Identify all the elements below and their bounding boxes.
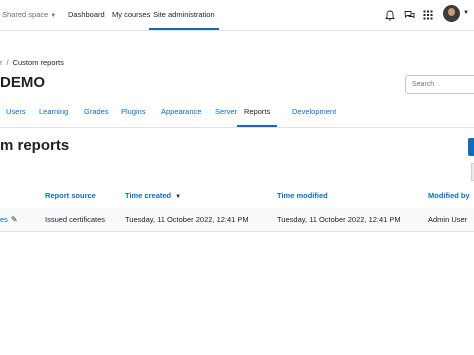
chevron-down-icon[interactable]: ▼ bbox=[463, 10, 469, 16]
table-row: es ✎ Issued certificates Tuesday, 11 Octo… bbox=[0, 208, 474, 232]
breadcrumb: r / Custom reports bbox=[0, 58, 64, 67]
tab-learning[interactable]: Learning bbox=[39, 102, 68, 126]
column-time-modified[interactable]: Time modified bbox=[277, 184, 328, 208]
breadcrumb-prev[interactable]: r bbox=[0, 58, 3, 67]
breadcrumb-current: Custom reports bbox=[12, 58, 64, 67]
grid-icon[interactable] bbox=[421, 8, 435, 22]
time-created-cell: Tuesday, 11 October 2022, 12:41 PM bbox=[125, 215, 249, 224]
tab-grades[interactable]: Grades bbox=[84, 102, 109, 126]
modified-by-cell: Admin User bbox=[428, 215, 468, 224]
report-name-link[interactable]: es bbox=[0, 215, 8, 224]
report-name-cell: es ✎ bbox=[0, 208, 18, 231]
shared-space-menu[interactable]: Shared space ▼ bbox=[2, 0, 56, 30]
tab-reports[interactable]: Reports bbox=[237, 102, 278, 127]
tab-server[interactable]: Server bbox=[215, 102, 237, 126]
tab-users[interactable]: Users bbox=[6, 102, 26, 126]
breadcrumb-separator: / bbox=[6, 58, 9, 67]
admin-tabs: Users Learning Grades Plugins Appearance… bbox=[0, 102, 474, 128]
page-title: DEMO bbox=[0, 74, 45, 91]
report-source-cell: Issued certificates bbox=[45, 215, 106, 224]
column-time-created-label: Time created bbox=[125, 191, 172, 200]
table-header: Report source Time created ▼ Time modifie… bbox=[0, 184, 474, 209]
chat-icon[interactable] bbox=[402, 8, 416, 22]
nav-my-courses[interactable]: My courses bbox=[112, 0, 150, 30]
new-report-button[interactable] bbox=[468, 138, 474, 156]
nav-dashboard[interactable]: Dashboard bbox=[68, 0, 105, 30]
column-report-source[interactable]: Report source bbox=[45, 184, 96, 208]
search-input[interactable]: Search bbox=[405, 75, 474, 94]
user-avatar[interactable] bbox=[443, 5, 460, 22]
chevron-down-icon: ▼ bbox=[50, 13, 57, 19]
top-navbar: Shared space ▼ Dashboard My courses Site … bbox=[0, 0, 474, 31]
bell-icon[interactable] bbox=[383, 8, 397, 22]
time-modified-cell: Tuesday, 11 October 2022, 12:41 PM bbox=[277, 215, 401, 224]
column-time-created[interactable]: Time created ▼ bbox=[125, 184, 181, 209]
tab-plugins[interactable]: Plugins bbox=[121, 102, 146, 126]
sort-desc-icon: ▼ bbox=[175, 194, 182, 200]
section-title: m reports bbox=[0, 137, 70, 154]
column-modified-by[interactable]: Modified by bbox=[428, 184, 470, 208]
shared-space-label: Shared space bbox=[2, 10, 49, 19]
tab-development[interactable]: Development bbox=[292, 102, 336, 126]
nav-site-administration[interactable]: Site administration bbox=[149, 0, 219, 30]
tab-appearance[interactable]: Appearance bbox=[161, 102, 201, 126]
pencil-icon[interactable]: ✎ bbox=[11, 208, 18, 231]
